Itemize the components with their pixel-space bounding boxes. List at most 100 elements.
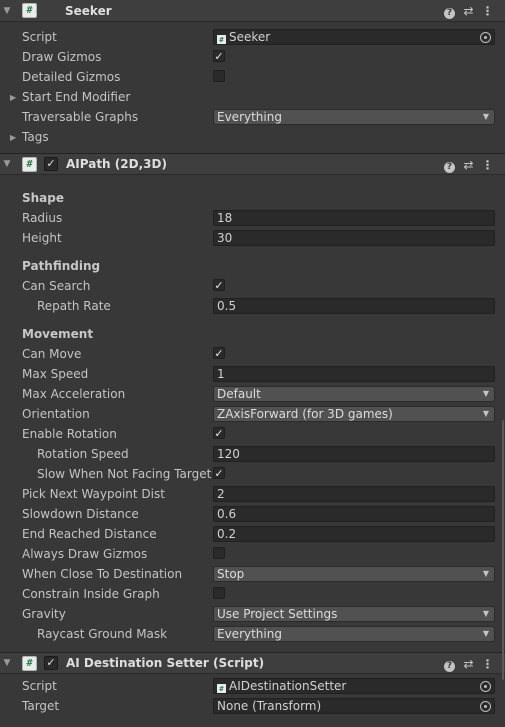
component-menu-button[interactable]: ⋮	[478, 656, 497, 672]
collapse-arrow-icon[interactable]: ▼	[2, 159, 12, 169]
gravity-dropdown[interactable]: Use Project Settings ▼	[213, 606, 495, 622]
slow-not-facing-checkbox[interactable]: ✓	[213, 467, 225, 479]
presets-sliders-icon: ⇄	[463, 657, 474, 671]
max-acceleration-dropdown[interactable]: Default ▼	[213, 386, 495, 402]
can-move-label: Can Move	[22, 347, 82, 361]
tags-label[interactable]: Tags	[22, 130, 49, 144]
height-input[interactable]: 30	[213, 230, 495, 246]
destination-script-row: Script # AIDestinationSetter	[0, 676, 505, 696]
raycast-ground-mask-row: Raycast Ground Mask Everything ▼	[0, 624, 505, 644]
enable-rotation-checkbox[interactable]: ✓	[213, 427, 225, 439]
collapse-arrow-icon[interactable]: ▼	[2, 6, 12, 16]
target-label: Target	[22, 699, 60, 713]
script-value: AIDestinationSetter	[229, 679, 347, 693]
pick-next-waypoint-row: Pick Next Waypoint Dist 2	[0, 484, 505, 504]
can-search-label: Can Search	[22, 279, 91, 293]
radius-input[interactable]: 18	[213, 210, 495, 226]
raycast-ground-mask-dropdown[interactable]: Everything ▼	[213, 626, 495, 642]
detailed-gizmos-label: Detailed Gizmos	[22, 70, 121, 84]
max-speed-label: Max Speed	[22, 367, 89, 381]
always-draw-gizmos-checkbox[interactable]	[213, 547, 225, 559]
component-enabled-checkbox[interactable]: ✓	[44, 656, 58, 670]
can-search-row: Can Search ✓	[0, 276, 505, 296]
always-draw-gizmos-row: Always Draw Gizmos	[0, 544, 505, 564]
destination-setter-header[interactable]: ▼ # ✓ AI Destination Setter (Script) ? ⇄…	[0, 652, 505, 674]
can-search-checkbox[interactable]: ✓	[213, 279, 225, 291]
detailed-gizmos-checkbox[interactable]	[213, 70, 225, 82]
chevron-down-icon: ▼	[482, 409, 489, 418]
component-menu-button[interactable]: ⋮	[478, 3, 497, 19]
max-acceleration-row: Max Acceleration Default ▼	[0, 384, 505, 404]
chevron-down-icon: ▼	[482, 112, 489, 121]
max-acceleration-value: Default	[217, 387, 261, 401]
object-picker-icon[interactable]	[480, 32, 491, 43]
draw-gizmos-row: Draw Gizmos ✓	[0, 47, 505, 67]
component-title: AIPath (2D,3D)	[66, 157, 167, 171]
slow-not-facing-row: Slow When Not Facing Target ✓	[0, 464, 505, 484]
chevron-down-icon: ▼	[482, 569, 489, 578]
collapse-arrow-icon[interactable]: ▼	[2, 658, 12, 668]
draw-gizmos-checkbox[interactable]: ✓	[213, 50, 225, 62]
component-menu-button[interactable]: ⋮	[478, 157, 497, 173]
rotation-speed-row: Rotation Speed 120	[0, 444, 505, 464]
section-title-movement: Movement	[22, 327, 94, 341]
gravity-value: Use Project Settings	[217, 607, 338, 621]
object-picker-icon[interactable]	[480, 701, 491, 712]
when-close-value: Stop	[217, 567, 245, 581]
gravity-row: Gravity Use Project Settings ▼	[0, 604, 505, 624]
foldout-arrow-icon[interactable]: ▶	[10, 93, 16, 102]
aipath-header[interactable]: ▼ # ✓ AIPath (2D,3D) ? ⇄ ⋮	[0, 153, 505, 175]
height-label: Height	[22, 231, 62, 245]
presets-button[interactable]: ⇄	[459, 157, 478, 173]
start-end-modifier-label[interactable]: Start End Modifier	[22, 90, 130, 104]
traversable-graphs-row: Traversable Graphs Everything ▼	[0, 107, 505, 127]
slow-not-facing-label: Slow When Not Facing Target	[37, 467, 212, 481]
component-enabled-checkbox[interactable]: ✓	[44, 157, 58, 171]
max-speed-input[interactable]: 1	[213, 366, 495, 382]
traversable-graphs-dropdown[interactable]: Everything ▼	[213, 109, 495, 125]
inspector-scrollbar[interactable]	[501, 0, 505, 727]
can-move-checkbox[interactable]: ✓	[213, 347, 225, 359]
section-title-pathfinding: Pathfinding	[22, 259, 101, 273]
target-object-field[interactable]: None (Transform)	[213, 698, 495, 714]
constrain-inside-graph-checkbox[interactable]	[213, 587, 225, 599]
script-object-field[interactable]: # Seeker	[213, 29, 495, 45]
help-button[interactable]: ?	[440, 3, 459, 19]
pick-next-waypoint-label: Pick Next Waypoint Dist	[22, 487, 165, 501]
orientation-dropdown[interactable]: ZAxisForward (for 3D games) ▼	[213, 406, 495, 422]
presets-button[interactable]: ⇄	[459, 3, 478, 19]
repath-rate-input[interactable]: 0.5	[213, 298, 495, 314]
scrollbar-thumb[interactable]	[502, 420, 504, 680]
max-acceleration-label: Max Acceleration	[22, 387, 126, 401]
repath-rate-label: Repath Rate	[37, 299, 111, 313]
height-row: Height 30	[0, 228, 505, 248]
foldout-arrow-icon[interactable]: ▶	[10, 133, 16, 142]
enable-rotation-row: Enable Rotation ✓	[0, 424, 505, 444]
help-button[interactable]: ?	[440, 656, 459, 672]
object-picker-icon[interactable]	[480, 681, 491, 692]
script-object-field[interactable]: # AIDestinationSetter	[213, 678, 495, 694]
help-icon: ?	[444, 8, 455, 19]
seeker-header[interactable]: ▼ # Seeker ? ⇄ ⋮	[0, 0, 505, 22]
max-speed-row: Max Speed 1	[0, 364, 505, 384]
slowdown-distance-input[interactable]: 0.6	[213, 506, 495, 522]
end-reached-distance-input[interactable]: 0.2	[213, 526, 495, 542]
orientation-value: ZAxisForward (for 3D games)	[217, 407, 393, 421]
presets-button[interactable]: ⇄	[459, 656, 478, 672]
component-title: Seeker	[65, 3, 112, 18]
slowdown-distance-row: Slowdown Distance 0.6	[0, 504, 505, 524]
kebab-menu-icon: ⋮	[481, 4, 494, 18]
gravity-label: Gravity	[22, 607, 66, 621]
pick-next-waypoint-input[interactable]: 2	[213, 486, 495, 502]
help-icon: ?	[444, 661, 455, 672]
rotation-speed-input[interactable]: 120	[213, 446, 495, 462]
script-icon: #	[22, 655, 37, 671]
shape-section: Shape	[0, 188, 505, 208]
script-label: Script	[22, 679, 57, 693]
kebab-menu-icon: ⋮	[481, 158, 494, 172]
help-button[interactable]: ?	[440, 157, 459, 173]
tags-row[interactable]: ▶ Tags	[0, 127, 505, 147]
start-end-modifier-row[interactable]: ▶ Start End Modifier	[0, 87, 505, 107]
radius-label: Radius	[22, 211, 63, 225]
when-close-dropdown[interactable]: Stop ▼	[213, 566, 495, 582]
